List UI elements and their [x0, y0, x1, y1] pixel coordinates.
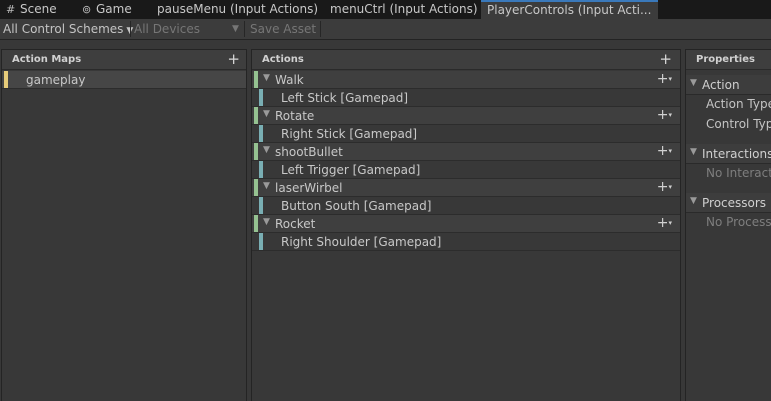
expand-triangle-icon[interactable]: ▼: [263, 109, 270, 119]
tab-game[interactable]: ⊚ Game: [76, 0, 146, 19]
action-color-stripe: [254, 179, 258, 196]
binding-color-stripe: [259, 89, 263, 106]
dropdown-arrow-icon: ▼: [232, 24, 239, 34]
actions-pane: Actions + ▼ Walk +▾ Left Stick [Gamepad]…: [251, 49, 681, 401]
interactions-section-label: Interactions: [702, 147, 771, 161]
action-row[interactable]: ▼ Walk +▾: [252, 71, 680, 89]
control-schemes-label: All Control Schemes: [3, 22, 124, 36]
expand-triangle-icon[interactable]: ▼: [263, 181, 270, 191]
properties-title: Properties: [696, 54, 755, 65]
processors-section-header[interactable]: ▼ Processors: [686, 193, 771, 213]
tab-pausemenu[interactable]: pauseMenu (Input Actions): [151, 0, 319, 19]
action-name: shootBullet: [275, 145, 343, 159]
collapse-triangle-icon[interactable]: ▼: [690, 147, 697, 157]
action-color-stripe: [254, 71, 258, 88]
add-binding-button[interactable]: +▾: [657, 215, 672, 231]
control-schemes-dropdown[interactable]: All Control Schemes▼: [3, 19, 133, 39]
action-row[interactable]: ▼ laserWirbel +▾: [252, 179, 680, 197]
action-name: Rocket: [275, 217, 316, 231]
binding-color-stripe: [259, 161, 263, 178]
properties-pane: Properties ▼ Action Action Type Control …: [685, 49, 771, 401]
binding-row[interactable]: Right Stick [Gamepad]: [252, 125, 680, 143]
save-asset-label: Save Asset: [250, 22, 317, 36]
tab-label: pauseMenu (Input Actions): [157, 2, 319, 16]
expand-triangle-icon[interactable]: ▼: [263, 217, 270, 227]
action-maps-pane: Action Maps + gameplay: [1, 49, 247, 401]
tab-label: PlayerControls (Input Acti...: [487, 3, 652, 17]
actions-header: Actions +: [252, 50, 680, 70]
input-actions-toolbar: All Control Schemes▼ All Devices ▼ Save A…: [0, 19, 771, 40]
save-asset-button[interactable]: Save Asset: [250, 19, 316, 39]
action-name: laserWirbel: [275, 181, 343, 195]
collapse-triangle-icon[interactable]: ▼: [690, 196, 697, 206]
action-name: Walk: [275, 73, 304, 87]
binding-label: Button South [Gamepad]: [281, 199, 432, 213]
action-map-label: gameplay: [26, 73, 86, 87]
gamepad-icon: ⊚: [82, 3, 92, 16]
tab-label: Scene: [20, 2, 57, 16]
add-action-button[interactable]: +: [659, 50, 672, 68]
binding-row[interactable]: Left Stick [Gamepad]: [252, 89, 680, 107]
toolbar-divider: [244, 21, 245, 37]
add-binding-button[interactable]: +▾: [657, 179, 672, 195]
action-row[interactable]: ▼ Rocket +▾: [252, 215, 680, 233]
action-map-item[interactable]: gameplay: [2, 71, 246, 89]
binding-row[interactable]: Left Trigger [Gamepad]: [252, 161, 680, 179]
control-type-label: Control Typ: [706, 117, 771, 131]
action-row[interactable]: ▼ Rotate +▾: [252, 107, 680, 125]
binding-label: Left Trigger [Gamepad]: [281, 163, 421, 177]
tab-label: menuCtrl (Input Actions): [330, 2, 478, 16]
no-processors-label: No Processo: [706, 215, 771, 229]
expand-triangle-icon[interactable]: ▼: [263, 145, 270, 155]
binding-row[interactable]: Right Shoulder [Gamepad]: [252, 233, 680, 251]
toolbar-divider: [320, 21, 321, 37]
properties-header: Properties: [686, 50, 771, 70]
add-binding-button[interactable]: +▾: [657, 71, 672, 87]
action-color-stripe: [254, 107, 258, 124]
processors-section-label: Processors: [702, 196, 767, 210]
binding-label: Right Shoulder [Gamepad]: [281, 235, 442, 249]
expand-triangle-icon[interactable]: ▼: [263, 73, 270, 83]
action-color-stripe: [254, 143, 258, 160]
action-section-header[interactable]: ▼ Action: [686, 75, 771, 95]
action-maps-header: Action Maps +: [2, 50, 246, 70]
add-binding-button[interactable]: +▾: [657, 143, 672, 159]
action-map-color-stripe: [4, 71, 8, 88]
binding-color-stripe: [259, 233, 263, 250]
binding-label: Right Stick [Gamepad]: [281, 127, 418, 141]
tab-playercontrols[interactable]: PlayerControls (Input Acti...: [481, 0, 658, 19]
action-color-stripe: [254, 215, 258, 232]
tab-scene[interactable]: # Scene: [0, 0, 72, 19]
binding-label: Left Stick [Gamepad]: [281, 91, 409, 105]
tab-label: Game: [96, 2, 132, 16]
action-name: Rotate: [275, 109, 315, 123]
binding-color-stripe: [259, 197, 263, 214]
interactions-section-header[interactable]: ▼ Interactions: [686, 144, 771, 164]
no-interactions-label: No Interactio: [706, 166, 771, 180]
add-action-map-button[interactable]: +: [227, 50, 240, 68]
collapse-triangle-icon[interactable]: ▼: [690, 78, 697, 88]
editor-tab-bar: # Scene ⊚ Game pauseMenu (Input Actions) m…: [0, 0, 771, 19]
binding-row[interactable]: Button South [Gamepad]: [252, 197, 680, 215]
toolbar-divider: [130, 21, 131, 37]
tab-menuctrl[interactable]: menuCtrl (Input Actions): [324, 0, 480, 19]
add-binding-button[interactable]: +▾: [657, 107, 672, 123]
scene-icon: #: [6, 3, 16, 16]
action-maps-title: Action Maps: [12, 54, 82, 65]
action-section-label: Action: [702, 78, 740, 92]
action-type-label: Action Type: [706, 97, 771, 111]
action-row[interactable]: ▼ shootBullet +▾: [252, 143, 680, 161]
actions-title: Actions: [262, 54, 304, 65]
devices-label: All Devices: [134, 22, 200, 36]
devices-dropdown[interactable]: All Devices ▼: [134, 19, 242, 39]
binding-color-stripe: [259, 125, 263, 142]
